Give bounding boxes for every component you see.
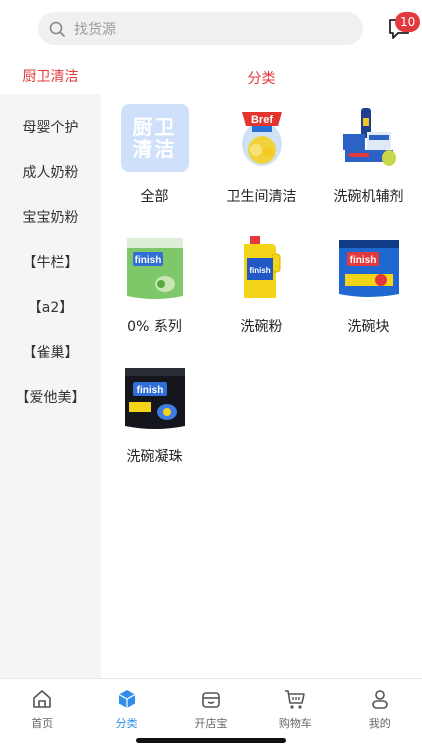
search-placeholder: 找货源 [74, 21, 116, 38]
subcategory-zero-series[interactable]: finish 0% 系列 [101, 234, 208, 336]
section-title: 分类 [247, 71, 276, 87]
home-indicator [136, 738, 286, 743]
svg-text:finish: finish [349, 255, 376, 266]
sidebar-item-label: 【雀巢】 [22, 344, 79, 361]
sidebar-item-label: 【牛栏】 [22, 254, 79, 271]
subcategory-toilet-cleaning[interactable]: Bref 卫生间清洁 [208, 104, 315, 206]
message-badge: 10 [395, 12, 421, 32]
sidebar-item-baby-milk[interactable]: 宝宝奶粉 [0, 194, 101, 239]
search-bar[interactable]: 找货源 [38, 12, 363, 45]
subcategory-label: 洗碗粉 [240, 319, 283, 335]
subcategory-label: 洗碗机辅剂 [333, 189, 404, 205]
tab-home[interactable]: 首页 [0, 679, 84, 750]
top-header: 找货源 10 [0, 0, 422, 58]
sidebar-item-cowgate[interactable]: 【牛栏】 [0, 239, 101, 284]
sidebar-item-label: 成人奶粉 [22, 164, 79, 181]
sidebar-item-aptamil[interactable]: 【爱他美】 [0, 374, 101, 419]
tab-label: 购物车 [278, 717, 312, 730]
svg-text:Bref: Bref [250, 114, 272, 126]
subcategory-label: 洗碗块 [347, 319, 390, 335]
svg-text:finish: finish [136, 385, 163, 396]
finish-powder-bottle-image: finish [227, 234, 296, 302]
sidebar-item-adult-milk[interactable]: 成人奶粉 [0, 149, 101, 194]
category-sidebar: 厨卫清洁 母婴个护 成人奶粉 宝宝奶粉 【牛栏】 【a2】 【雀巢】 【爱他美】 [0, 58, 101, 678]
subcategory-dishwasher-powder[interactable]: finish 洗碗粉 [208, 234, 315, 336]
subcategory-dishwasher-additive[interactable]: 洗碗机辅剂 [315, 104, 422, 206]
tab-label: 开店宝 [194, 717, 228, 730]
sidebar-item-a2[interactable]: 【a2】 [0, 284, 101, 329]
finish-ultimate-pouch-image: finish [120, 364, 189, 432]
finish-powerball-image: finish [334, 234, 403, 302]
search-icon [48, 20, 66, 38]
svg-text:finish: finish [134, 255, 161, 266]
toilet-cleaner-image: Bref [227, 104, 296, 172]
sidebar-item-label: 【爱他美】 [15, 389, 86, 406]
sidebar-item-mother-baby[interactable]: 母婴个护 [0, 104, 101, 149]
sidebar-item-label: 宝宝奶粉 [22, 209, 79, 226]
category-cube-icon [115, 687, 139, 711]
all-tile-text: 厨卫清洁 [132, 115, 177, 161]
home-icon [30, 687, 54, 711]
tab-profile[interactable]: 我的 [338, 679, 422, 750]
sidebar-item-label: 【a2】 [27, 299, 74, 316]
subcategory-grid: 厨卫清洁 全部 Bref 卫生间清洁 洗碗机辅剂 finish 0% 系列 fi… [101, 104, 422, 466]
subcategory-dishwasher-tablets[interactable]: finish 洗碗块 [315, 234, 422, 336]
cart-icon [283, 687, 307, 711]
tab-label: 首页 [31, 717, 54, 730]
finish-zero-pouch-image: finish [120, 234, 189, 302]
sidebar-item-nestle[interactable]: 【雀巢】 [0, 329, 101, 374]
tab-label: 分类 [115, 717, 138, 730]
tab-label: 我的 [368, 717, 391, 730]
user-icon [368, 687, 392, 711]
subcategory-all[interactable]: 厨卫清洁 全部 [101, 104, 208, 206]
sidebar-item-label: 母婴个护 [22, 119, 79, 136]
subcategory-label: 卫生间清洁 [226, 189, 297, 205]
category-content: 分类 厨卫清洁 全部 Bref 卫生间清洁 洗碗机辅剂 finish 0% 系列… [101, 58, 422, 678]
dishwasher-additive-image [334, 104, 403, 172]
category-all-icon: 厨卫清洁 [120, 104, 189, 172]
subcategory-label: 洗碗凝珠 [126, 449, 183, 465]
subcategory-dishwasher-pods[interactable]: finish 洗碗凝珠 [101, 364, 208, 466]
subcategory-label: 全部 [140, 189, 169, 205]
subcategory-label: 0% 系列 [127, 319, 182, 335]
shop-icon [199, 687, 223, 711]
svg-text:finish: finish [249, 266, 270, 275]
sidebar-item-label: 厨卫清洁 [22, 69, 79, 85]
sidebar-item-kitchen-bath[interactable]: 厨卫清洁 [0, 58, 101, 94]
